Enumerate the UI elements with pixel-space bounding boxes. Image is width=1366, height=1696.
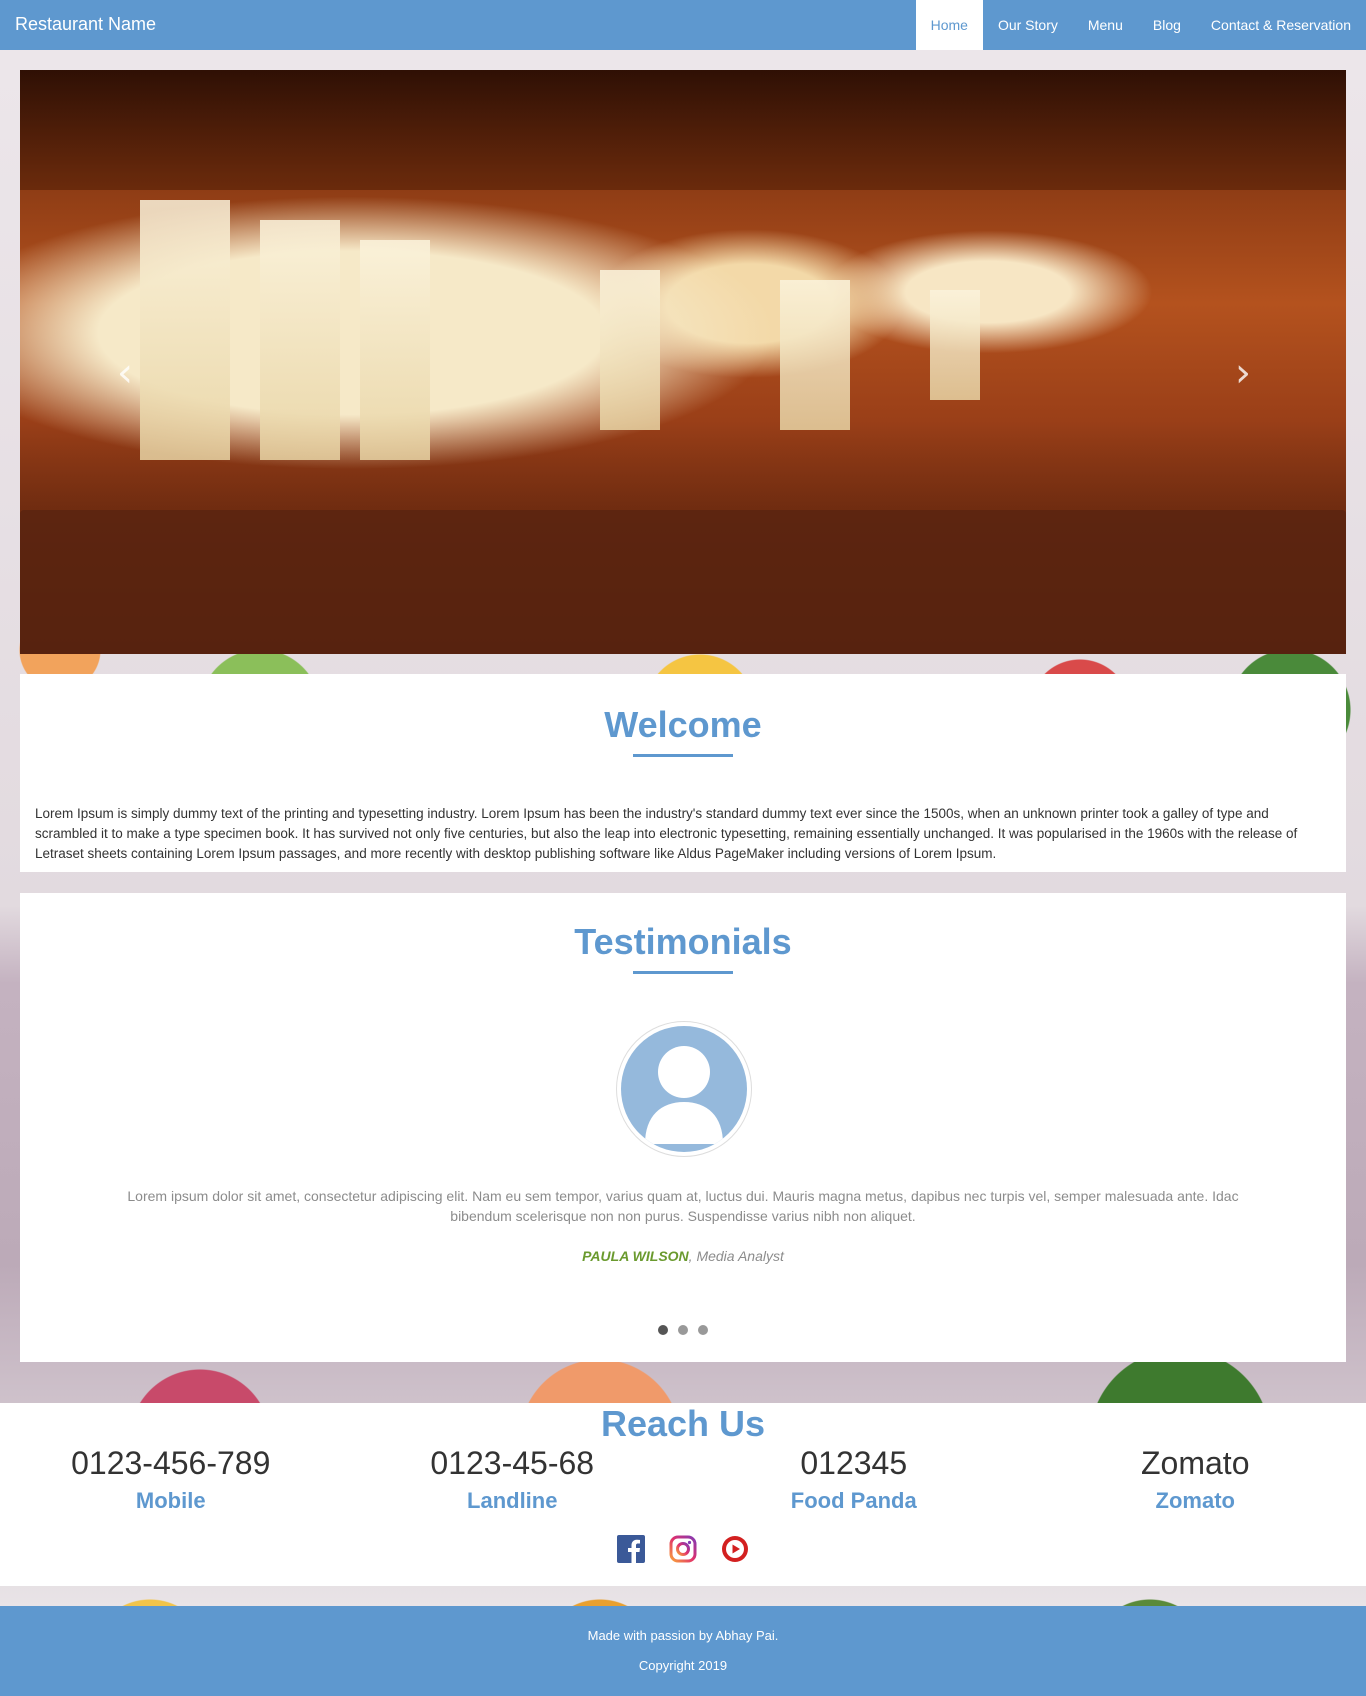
- carousel-image-ceiling: [20, 70, 1346, 190]
- carousel-indicators: [20, 1325, 1346, 1335]
- footer-copyright: Copyright 2019: [638, 1658, 728, 1673]
- carousel-dot[interactable]: [678, 1325, 688, 1335]
- contact-mobile: 0123-456-789 Mobile: [0, 1445, 342, 1514]
- testimonial-quote: Lorem ipsum dolor sit amet, consectetur …: [127, 1188, 1239, 1224]
- welcome-text: Lorem Ipsum is simply dummy text of the …: [35, 806, 1298, 861]
- youtube-icon[interactable]: [721, 1535, 749, 1563]
- contact-value[interactable]: 012345: [683, 1445, 1025, 1482]
- reach-title: Reach Us: [600, 1403, 766, 1444]
- carousel-image-tables: [20, 510, 1346, 654]
- social-links: [0, 1535, 1366, 1563]
- user-icon: [621, 1026, 747, 1152]
- hero-carousel: ‹ ›: [20, 70, 1346, 654]
- contact-label: Mobile: [135, 1488, 206, 1513]
- contact-zomato: Zomato Zomato: [1025, 1445, 1366, 1514]
- carousel-dot[interactable]: [698, 1325, 708, 1335]
- carousel-image-window: [780, 280, 850, 430]
- nav-item-contact-reservation[interactable]: Contact & Reservation: [1196, 0, 1366, 50]
- testimonials-title: Testimonials: [574, 921, 792, 962]
- footer-credit: Made with passion by Abhay Pai.: [587, 1628, 779, 1643]
- facebook-icon[interactable]: [617, 1535, 645, 1563]
- welcome-title: Welcome: [604, 704, 762, 745]
- contact-value[interactable]: Zomato: [1025, 1445, 1366, 1482]
- carousel-image-window: [260, 220, 340, 460]
- contact-value[interactable]: 0123-456-789: [0, 1445, 342, 1482]
- carousel-image-window: [600, 270, 660, 430]
- chevron-left-icon[interactable]: ‹: [100, 350, 150, 396]
- contact-value[interactable]: 0123-45-68: [342, 1445, 684, 1482]
- contact-label: Landline: [467, 1488, 558, 1513]
- nav-item-our-story[interactable]: Our Story: [983, 0, 1073, 50]
- footer: Made with passion by Abhay Pai. Copyrigh…: [0, 1606, 1366, 1696]
- contact-label: Food Panda: [790, 1488, 917, 1513]
- nav-item-home[interactable]: Home: [915, 0, 983, 50]
- nav-menu: Home Our Story Menu Blog Contact & Reser…: [915, 0, 1366, 50]
- contact-food-panda: 012345 Food Panda: [683, 1445, 1025, 1514]
- carousel-image-window: [140, 200, 230, 460]
- brand-logo[interactable]: Restaurant Name: [15, 14, 156, 35]
- contact-list: 0123-456-789 Mobile 0123-45-68 Landline …: [0, 1445, 1366, 1514]
- welcome-section: Welcome Lorem Ipsum is simply dummy text…: [20, 674, 1346, 872]
- nav-item-menu[interactable]: Menu: [1073, 0, 1138, 50]
- avatar: [616, 1021, 752, 1157]
- author-role: , Media Analyst: [688, 1248, 784, 1264]
- chevron-right-icon[interactable]: ›: [1218, 350, 1268, 396]
- navbar: Restaurant Name Home Our Story Menu Blog…: [0, 0, 1366, 50]
- nav-item-blog[interactable]: Blog: [1138, 0, 1196, 50]
- testimonial-author: Paula Wilson, Media Analyst: [20, 1248, 1346, 1264]
- testimonials-section: Testimonials Lorem ipsum dolor sit amet,…: [20, 893, 1346, 1362]
- contact-landline: 0123-45-68 Landline: [342, 1445, 684, 1514]
- author-name: Paula Wilson: [582, 1248, 689, 1264]
- reach-us-section: Reach Us 0123-456-789 Mobile 0123-45-68 …: [0, 1403, 1366, 1586]
- title-underline: [633, 754, 733, 757]
- title-underline: [633, 971, 733, 974]
- contact-label: Zomato: [1155, 1488, 1235, 1513]
- instagram-icon[interactable]: [669, 1535, 697, 1563]
- carousel-image-window: [930, 290, 980, 400]
- carousel-dot[interactable]: [658, 1325, 668, 1335]
- carousel-image-window: [360, 240, 430, 460]
